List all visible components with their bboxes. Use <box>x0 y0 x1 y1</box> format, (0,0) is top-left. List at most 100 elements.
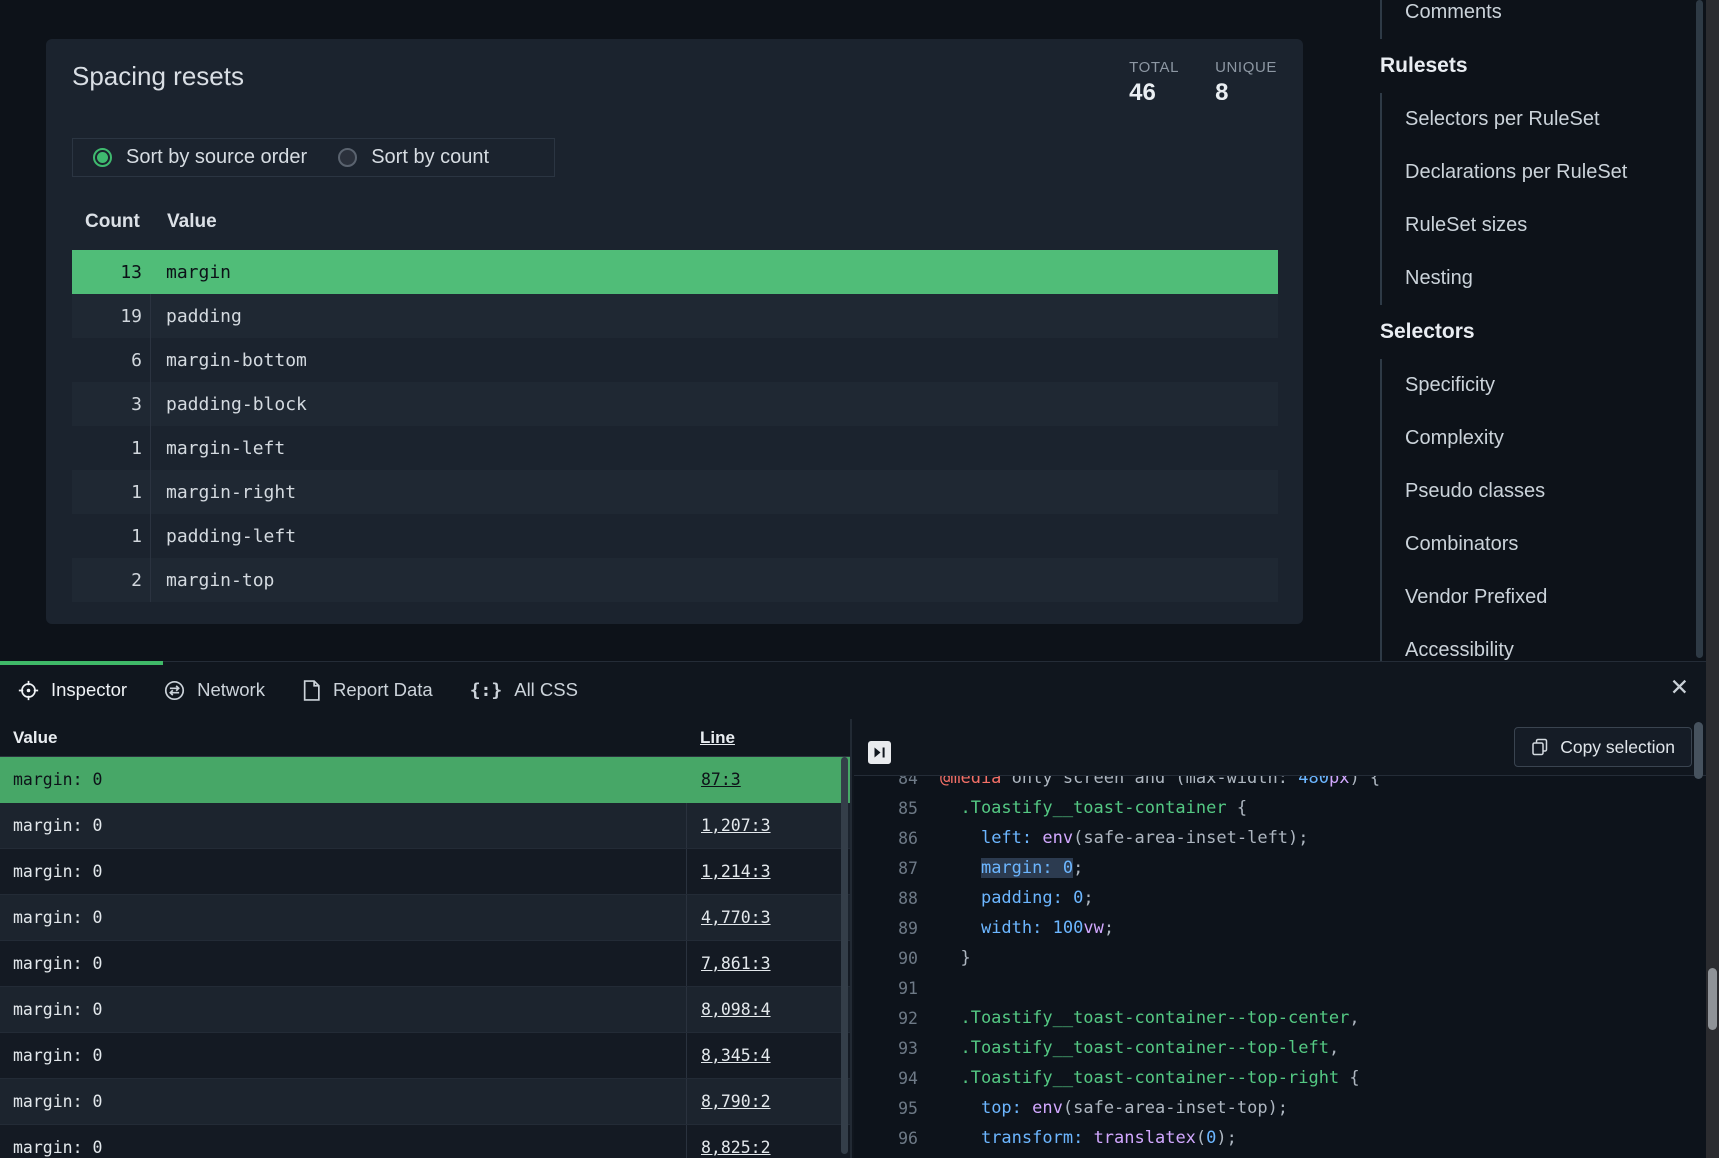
code-text: padding: 0; <box>940 888 1094 908</box>
sidebar-group-header: Selectors <box>1380 305 1692 359</box>
spacing-table-row[interactable]: 3padding-block <box>72 382 1278 426</box>
code-text: .Toastify__toast-container--top-center, <box>940 1008 1360 1028</box>
declaration-row[interactable]: margin: 08,790:2 <box>0 1079 850 1125</box>
code-token <box>940 1098 981 1118</box>
line-number: 88 <box>854 889 940 908</box>
code-token: ( <box>1196 1128 1206 1148</box>
report-data-document-icon <box>302 680 321 701</box>
declaration-row[interactable]: margin: 01,214:3 <box>0 849 850 895</box>
decl-line-header[interactable]: Line <box>686 719 850 756</box>
code-token: env <box>1032 1098 1063 1118</box>
line-link[interactable]: 8,825:2 <box>701 1138 771 1157</box>
line-link[interactable]: 8,790:2 <box>701 1092 771 1111</box>
tab-network[interactable]: Network <box>164 679 265 701</box>
tab-report-data[interactable]: Report Data <box>302 679 433 701</box>
line-link[interactable]: 8,345:4 <box>701 1046 771 1065</box>
code-text: @media only screen and (max-width: 480px… <box>940 776 1380 788</box>
sidebar-item-declarations-per-ruleset[interactable]: Declarations per RuleSet <box>1382 146 1692 199</box>
code-scrollbar-thumb[interactable] <box>1694 722 1703 779</box>
inspector-target-icon <box>18 680 39 701</box>
line-number: 94 <box>854 1069 940 1088</box>
line-number: 87 <box>854 859 940 878</box>
copy-selection-button[interactable]: Copy selection <box>1514 727 1692 767</box>
code-line: 88 padding: 0; <box>854 883 1719 913</box>
spacing-table-row[interactable]: 1padding-left <box>72 514 1278 558</box>
sidebar-item-specificity[interactable]: Specificity <box>1382 359 1692 412</box>
sidebar-item-selectors-per-ruleset[interactable]: Selectors per RuleSet <box>1382 93 1692 146</box>
all-css-braces-icon: {:} <box>470 680 503 701</box>
code-token: left: <box>981 828 1032 848</box>
sidebar-item-nesting[interactable]: Nesting <box>1382 252 1692 305</box>
line-link[interactable]: 1,207:3 <box>701 816 771 835</box>
declaration-row[interactable]: margin: 08,825:2 <box>0 1125 850 1158</box>
sidebar-item-comments[interactable]: Comments <box>1382 0 1692 39</box>
declarations-scrollbar-thumb[interactable] <box>841 757 848 1154</box>
code-text: .Toastify__toast-container { <box>940 798 1247 818</box>
spacing-table-row[interactable]: 13margin <box>72 250 1278 294</box>
line-link[interactable]: 8,098:4 <box>701 1000 771 1019</box>
declaration-line-cell: 8,790:2 <box>686 1079 850 1124</box>
declaration-row[interactable]: margin: 01,207:3 <box>0 803 850 849</box>
code-line: 87 margin: 0; <box>854 853 1719 883</box>
sort-by-source-order-label: Sort by source order <box>126 146 307 169</box>
code-token <box>1032 828 1042 848</box>
tab-all-css[interactable]: {:} All CSS <box>470 679 578 701</box>
code-token: only screen and (max-width: <box>1001 776 1298 788</box>
code-text: left: env(safe-area-inset-left); <box>940 828 1309 848</box>
sidebar-scrollbar-thumb[interactable] <box>1696 0 1703 658</box>
value-column-header: Value <box>167 211 217 233</box>
spacing-table-row[interactable]: 6margin-bottom <box>72 338 1278 382</box>
spacing-table-row[interactable]: 1margin-right <box>72 470 1278 514</box>
window-scrollbar[interactable] <box>1706 0 1719 1158</box>
code-text: .Toastify__toast-container--top-left, <box>940 1038 1339 1058</box>
declaration-row[interactable]: margin: 0 4,770:3 <box>0 895 850 941</box>
value-cell: padding-left <box>150 514 1278 558</box>
spacing-table-row[interactable]: 2margin-top <box>72 558 1278 602</box>
line-number: 84 <box>854 776 940 788</box>
value-cell: padding-block <box>150 382 1278 426</box>
line-link[interactable]: 1,214:3 <box>701 862 771 881</box>
sidebar-item-pseudo-classes[interactable]: Pseudo classes <box>1382 465 1692 518</box>
stat-total: TOTAL 46 <box>1129 59 1179 107</box>
line-link[interactable]: 4,770:3 <box>701 908 771 927</box>
declaration-row[interactable]: margin: 08,098:4 <box>0 987 850 1033</box>
code-token <box>940 918 981 938</box>
sidebar-item-vendor-prefixed[interactable]: Vendor Prefixed <box>1382 571 1692 624</box>
sidebar-group-items: SpecificityComplexityPseudo classesCombi… <box>1380 359 1692 677</box>
code-token <box>1053 858 1063 878</box>
code-token: 0 <box>1063 858 1073 878</box>
declaration-row[interactable]: margin: 0 7,861:3 <box>0 941 850 987</box>
declarations-panel: Value Line margin: 087:3margin: 01,207:3… <box>0 719 852 1158</box>
count-cell: 19 <box>72 294 150 338</box>
code-text: width: 100vw; <box>940 918 1114 938</box>
spacing-table-row[interactable]: 1margin-left <box>72 426 1278 470</box>
sidebar-item-ruleset-sizes[interactable]: RuleSet sizes <box>1382 199 1692 252</box>
declaration-value: margin: 0 <box>0 895 686 940</box>
sidebar-item-combinators[interactable]: Combinators <box>1382 518 1692 571</box>
code-token <box>1083 1128 1093 1148</box>
code-token: ; <box>1073 858 1083 878</box>
code-token: ); <box>1216 1128 1236 1148</box>
line-link[interactable]: 87:3 <box>701 770 741 789</box>
declaration-value: margin: 0 <box>0 941 686 986</box>
declaration-line-cell: 4,770:3 <box>686 895 850 940</box>
declaration-row[interactable]: margin: 087:3 <box>0 757 850 803</box>
line-link[interactable]: 7,861:3 <box>701 954 771 973</box>
sort-by-count-radio[interactable]: Sort by count <box>338 146 489 169</box>
code-viewer-panel: Copy selection 84@media only screen and … <box>854 719 1719 1158</box>
tab-inspector[interactable]: Inspector <box>18 679 127 701</box>
spacing-table-row[interactable]: 19padding <box>72 294 1278 338</box>
declaration-row[interactable]: margin: 08,345:4 <box>0 1033 850 1079</box>
code-token <box>940 1128 981 1148</box>
close-panel-icon[interactable]: ✕ <box>1670 676 1689 699</box>
line-number: 95 <box>854 1099 940 1118</box>
code-text: top: env(safe-area-inset-top); <box>940 1098 1288 1118</box>
value-cell: margin-top <box>150 558 1278 602</box>
line-number: 86 <box>854 829 940 848</box>
window-scrollbar-thumb[interactable] <box>1708 968 1717 1030</box>
code-text: margin: 0; <box>940 858 1083 878</box>
sort-by-source-order-radio[interactable]: Sort by source order <box>93 146 307 169</box>
stat-unique: UNIQUE 8 <box>1215 59 1277 107</box>
expand-panel-button[interactable] <box>868 741 891 764</box>
sidebar-item-complexity[interactable]: Complexity <box>1382 412 1692 465</box>
